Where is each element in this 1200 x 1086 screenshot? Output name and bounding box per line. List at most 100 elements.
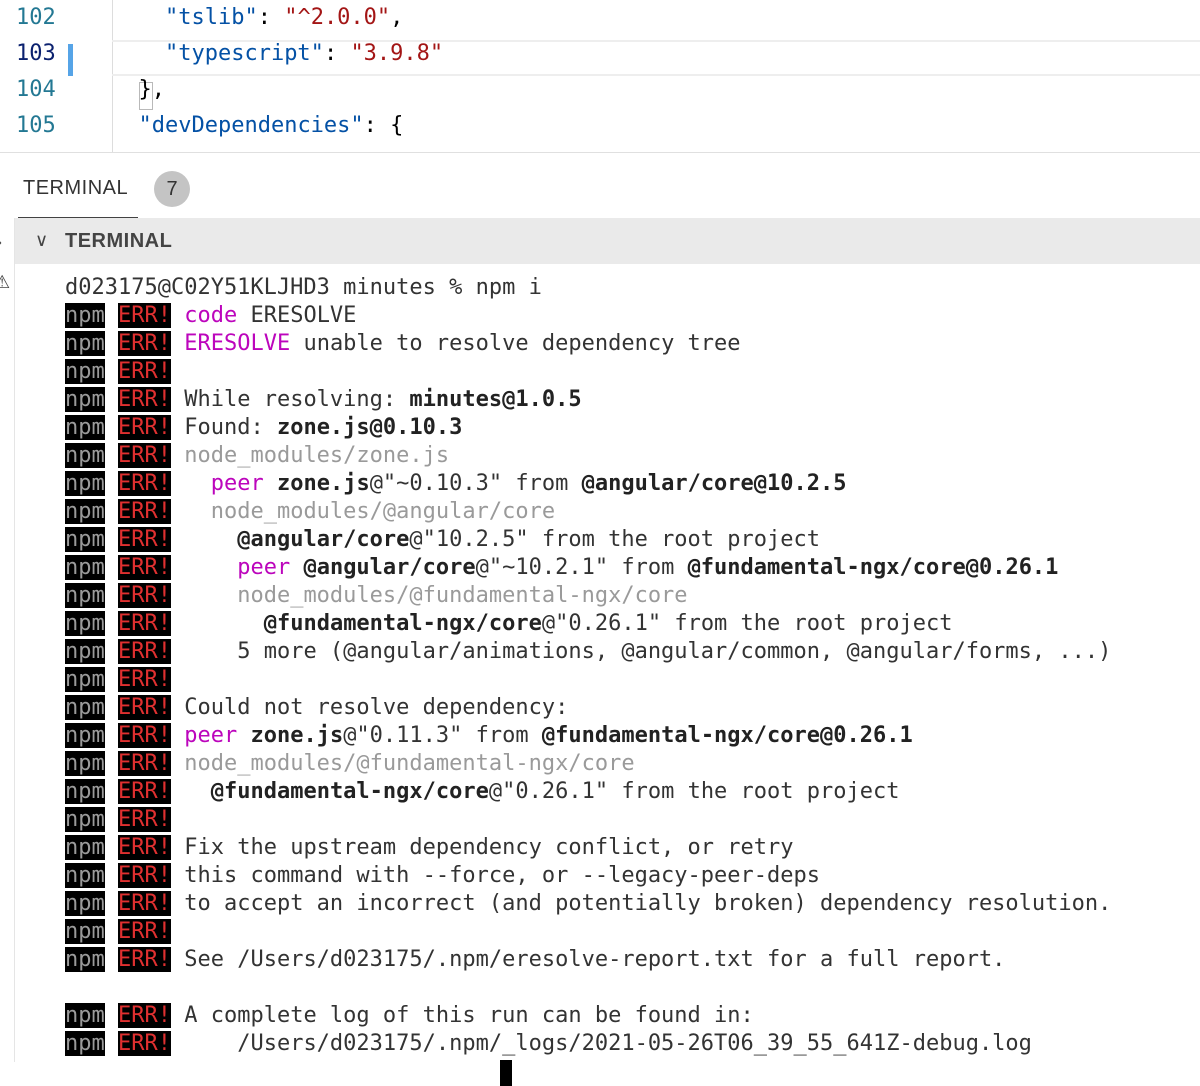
err-prefix: ERR! <box>118 1003 171 1028</box>
err-prefix: ERR! <box>118 863 171 888</box>
terminal-error-line: npm ERR! Found: zone.js@0.10.3 <box>65 415 463 440</box>
terminal-error-line: npm ERR! peer @angular/core@"~10.2.1" fr… <box>65 555 1059 580</box>
terminal-error-line: npm ERR! this command with --force, or -… <box>65 863 820 888</box>
err-prefix: ERR! <box>118 359 171 384</box>
npm-prefix: npm <box>65 583 105 608</box>
terminal-section-header[interactable]: ∨ TERMINAL <box>15 218 1200 264</box>
terminal-error-line: npm ERR! node_modules/@fundamental-ngx/c… <box>65 583 688 608</box>
npm-prefix: npm <box>65 723 105 748</box>
err-prefix: ERR! <box>118 443 171 468</box>
err-prefix: ERR! <box>118 751 171 776</box>
npm-prefix: npm <box>65 891 105 916</box>
terminal-output[interactable]: d023175@C02Y51KLJHD3 minutes % npm i npm… <box>15 264 1200 1086</box>
terminal-cursor <box>500 1058 512 1086</box>
terminal-error-line: npm ERR! @fundamental-ngx/core@"0.26.1" … <box>65 779 900 804</box>
editor-line[interactable]: 105 "devDependencies": { <box>0 108 1200 144</box>
terminal-error-line: npm ERR! to accept an incorrect (and pot… <box>65 891 1112 916</box>
npm-prefix: npm <box>65 667 105 692</box>
terminal-error-line: npm ERR! 5 more (@angular/animations, @a… <box>65 639 1112 664</box>
err-prefix: ERR! <box>118 807 171 832</box>
err-prefix: ERR! <box>118 695 171 720</box>
err-prefix: ERR! <box>118 387 171 412</box>
tab-terminal-label: TERMINAL <box>23 177 129 199</box>
terminal-error-line: npm ERR! See /Users/d023175/.npm/eresolv… <box>65 947 1006 972</box>
npm-prefix: npm <box>65 527 105 552</box>
err-prefix: ERR! <box>118 415 171 440</box>
code-text: }, <box>138 77 166 102</box>
code-text: "tslib": "^2.0.0", <box>164 5 404 30</box>
terminal-error-line: npm ERR! code ERESOLVE <box>65 303 357 328</box>
npm-prefix: npm <box>65 555 105 580</box>
npm-prefix: npm <box>65 919 105 944</box>
err-prefix: ERR! <box>118 527 171 552</box>
line-number: 104 <box>16 77 56 102</box>
terminal-section-title: TERMINAL <box>65 230 173 252</box>
npm-prefix: npm <box>65 359 105 384</box>
npm-prefix: npm <box>65 639 105 664</box>
err-prefix: ERR! <box>118 1031 171 1056</box>
err-prefix: ERR! <box>118 583 171 608</box>
err-prefix: ERR! <box>118 667 171 692</box>
err-prefix: ERR! <box>118 919 171 944</box>
terminal-error-line: npm ERR! While resolving: minutes@1.0.5 <box>65 387 582 412</box>
err-prefix: ERR! <box>118 555 171 580</box>
npm-prefix: npm <box>65 471 105 496</box>
npm-prefix: npm <box>65 1003 105 1028</box>
terminal-error-line: npm ERR! <box>65 806 171 834</box>
err-prefix: ERR! <box>118 891 171 916</box>
err-prefix: ERR! <box>118 499 171 524</box>
chevron-down-icon[interactable]: ∨ <box>35 230 48 251</box>
err-prefix: ERR! <box>118 835 171 860</box>
terminal-error-line: npm ERR! Could not resolve dependency: <box>65 695 569 720</box>
terminal-error-line: npm ERR! <box>65 358 171 386</box>
terminal-error-line: npm ERR! @fundamental-ngx/core@"0.26.1" … <box>65 611 953 636</box>
err-prefix: ERR! <box>118 947 171 972</box>
terminal-log-line: npm ERR! /Users/d023175/.npm/_logs/2021-… <box>65 1031 1032 1056</box>
terminal-error-line: npm ERR! node_modules/zone.js <box>65 443 450 468</box>
npm-prefix: npm <box>65 807 105 832</box>
npm-prefix: npm <box>65 835 105 860</box>
editor-line[interactable]: 103 "typescript": "3.9.8" <box>0 36 1200 72</box>
npm-prefix: npm <box>65 303 105 328</box>
npm-prefix: npm <box>65 1031 105 1056</box>
terminal-error-line: npm ERR! peer zone.js@"0.11.3" from @fun… <box>65 723 913 748</box>
npm-prefix: npm <box>65 779 105 804</box>
terminal-error-line: npm ERR! peer zone.js@"~0.10.3" from @an… <box>65 471 847 496</box>
npm-prefix: npm <box>65 499 105 524</box>
npm-prefix: npm <box>65 751 105 776</box>
err-prefix: ERR! <box>118 779 171 804</box>
terminal-error-line: npm ERR! <box>65 918 171 946</box>
err-prefix: ERR! <box>118 723 171 748</box>
terminal-error-line: npm ERR! node_modules/@fundamental-ngx/c… <box>65 751 635 776</box>
err-prefix: ERR! <box>118 331 171 356</box>
line-number: 105 <box>16 113 56 138</box>
npm-prefix: npm <box>65 443 105 468</box>
npm-prefix: npm <box>65 415 105 440</box>
npm-prefix: npm <box>65 695 105 720</box>
npm-prefix: npm <box>65 611 105 636</box>
terminal-prompt: d023175@C02Y51KLJHD3 minutes % npm i <box>65 275 542 300</box>
terminal-error-line: npm ERR! @angular/core@"10.2.5" from the… <box>65 527 821 552</box>
terminal-error-line: npm ERR! node_modules/@angular/core <box>65 499 556 524</box>
terminal-error-line: npm ERR! <box>65 666 171 694</box>
npm-prefix: npm <box>65 863 105 888</box>
panel-tab-bar: TERMINAL 7 <box>0 152 1200 219</box>
npm-prefix: npm <box>65 947 105 972</box>
cursor-block <box>500 1060 512 1086</box>
chevron-right-icon[interactable]: › <box>0 232 2 253</box>
editor-line[interactable]: 104 }, <box>0 72 1200 108</box>
terminal-log-line: npm ERR! A complete log of this run can … <box>65 1003 754 1028</box>
line-number: 102 <box>16 5 56 30</box>
tab-terminal[interactable]: TERMINAL <box>18 153 138 219</box>
line-number: 103 <box>16 41 56 66</box>
npm-prefix: npm <box>65 331 105 356</box>
editor-line[interactable]: 102 "tslib": "^2.0.0", <box>0 0 1200 36</box>
code-editor[interactable]: 102 "tslib": "^2.0.0", 103 "typescript": … <box>0 0 1200 152</box>
code-text: "devDependencies": { <box>138 113 404 138</box>
left-activity-strip <box>0 218 15 1062</box>
err-prefix: ERR! <box>118 639 171 664</box>
err-prefix: ERR! <box>118 611 171 636</box>
code-text: "typescript": "3.9.8" <box>164 41 444 66</box>
terminal-error-line: npm ERR! ERESOLVE unable to resolve depe… <box>65 331 741 356</box>
err-prefix: ERR! <box>118 471 171 496</box>
